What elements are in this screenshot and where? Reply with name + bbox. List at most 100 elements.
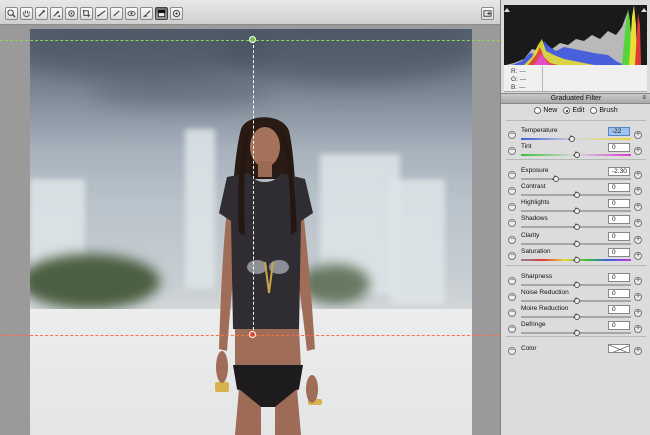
exposure-value-field[interactable]: -2.30	[608, 167, 630, 176]
red-eye-tool[interactable]	[125, 7, 138, 20]
adjustment-panel: R: --- G: --- B: --- Graduated Filter ≡ …	[500, 0, 650, 435]
noise-reduction-plus-button[interactable]: +	[634, 293, 642, 301]
white-balance-tool[interactable]	[35, 7, 48, 20]
divider	[506, 120, 646, 121]
noise-reduction-slider-thumb[interactable]	[573, 297, 580, 304]
contrast-plus-button[interactable]: +	[634, 187, 642, 195]
highlights-slider-thumb[interactable]	[573, 207, 580, 214]
color-control: − Color +	[501, 343, 650, 359]
clarity-value-field[interactable]: 0	[608, 232, 630, 241]
targeted-adjustment-tool[interactable]	[65, 7, 78, 20]
defringe-minus-button[interactable]: −	[508, 325, 516, 333]
mode-new-radio[interactable]: New	[534, 107, 557, 114]
moire-reduction-label: Moire Reduction	[521, 305, 569, 312]
defringe-value-field[interactable]: 0	[608, 321, 630, 330]
fullscreen-button[interactable]	[481, 7, 494, 20]
clarity-slider-thumb[interactable]	[573, 240, 580, 247]
shadows-plus-button[interactable]: +	[634, 219, 642, 227]
spot-removal-tool[interactable]	[110, 7, 123, 20]
divider	[506, 265, 646, 266]
moire-reduction-plus-button[interactable]: +	[634, 309, 642, 317]
exposure-label: Exposure	[521, 167, 549, 174]
tint-minus-button[interactable]: −	[508, 147, 516, 155]
saturation-slider-thumb[interactable]	[573, 256, 580, 263]
straighten-tool[interactable]	[95, 7, 108, 20]
temperature-track[interactable]	[521, 138, 631, 140]
defringe-plus-button[interactable]: +	[634, 325, 642, 333]
color-sampler-tool[interactable]	[50, 7, 63, 20]
tree-foliage	[30, 254, 160, 309]
color-plus-button[interactable]: +	[634, 347, 642, 355]
sharpness-value-field[interactable]: 0	[608, 273, 630, 282]
saturation-minus-button[interactable]: −	[508, 252, 516, 260]
moire-reduction-minus-button[interactable]: −	[508, 309, 516, 317]
shadows-minus-button[interactable]: −	[508, 219, 516, 227]
noise-reduction-minus-button[interactable]: −	[508, 293, 516, 301]
exposure-slider-thumb[interactable]	[552, 175, 560, 182]
highlights-slider-row: − Highlights 0 +	[501, 199, 650, 215]
clarity-minus-button[interactable]: −	[508, 236, 516, 244]
photo-preview[interactable]	[30, 29, 472, 435]
highlights-minus-button[interactable]: −	[508, 203, 516, 211]
exposure-track[interactable]	[521, 178, 631, 180]
temperature-minus-button[interactable]: −	[508, 131, 516, 139]
filter-end-pin[interactable]	[249, 331, 256, 338]
moire-reduction-value-field[interactable]: 0	[608, 305, 630, 314]
cloud	[220, 29, 472, 84]
saturation-value-field[interactable]: 0	[608, 248, 630, 257]
tint-plus-button[interactable]: +	[634, 147, 642, 155]
filter-start-pin[interactable]	[249, 36, 256, 43]
radial-filter-icon	[172, 9, 181, 18]
clarity-plus-button[interactable]: +	[634, 236, 642, 244]
adjustment-brush-icon	[142, 10, 151, 18]
temperature-value-field[interactable]: -22	[608, 127, 630, 136]
hand-tool[interactable]	[20, 7, 33, 20]
color-sampler-icon	[53, 11, 61, 18]
hand-icon	[23, 10, 30, 17]
temperature-plus-button[interactable]: +	[634, 131, 642, 139]
exposure-minus-button[interactable]: −	[508, 171, 516, 179]
contrast-slider-thumb[interactable]	[573, 191, 580, 198]
exposure-slider-row: − Exposure -2.30 +	[501, 167, 650, 183]
highlights-plus-button[interactable]: +	[634, 203, 642, 211]
sharpness-slider-thumb[interactable]	[573, 281, 580, 288]
adjustment-brush-tool[interactable]	[140, 7, 153, 20]
temperature-slider-row: − Temperature -22 +	[501, 127, 650, 143]
tint-slider-thumb[interactable]	[573, 151, 580, 158]
sharpness-label: Sharpness	[521, 273, 553, 280]
zoom-tool[interactable]	[5, 7, 18, 20]
graduated-filter-icon	[157, 9, 166, 18]
moire-reduction-slider-thumb[interactable]	[573, 313, 580, 320]
image-canvas[interactable]	[0, 25, 500, 435]
mode-brush-radio[interactable]: Brush	[590, 107, 618, 114]
color-swatch[interactable]	[608, 344, 630, 353]
defringe-slider-row: − Defringe 0 +	[501, 321, 650, 337]
color-minus-button[interactable]: −	[508, 347, 516, 355]
shadows-value-field[interactable]: 0	[608, 215, 630, 224]
noise-reduction-value-field[interactable]: 0	[608, 289, 630, 298]
saturation-plus-button[interactable]: +	[634, 252, 642, 260]
mode-label: New	[543, 107, 558, 114]
contrast-minus-button[interactable]: −	[508, 187, 516, 195]
crop-tool[interactable]	[80, 7, 93, 20]
filter-center-axis	[253, 40, 254, 335]
sharpness-plus-button[interactable]: +	[634, 277, 642, 285]
mode-edit-radio[interactable]: Edit	[563, 107, 584, 114]
contrast-value-field[interactable]: 0	[608, 183, 630, 192]
shadows-slider-thumb[interactable]	[573, 223, 580, 230]
tint-value-field[interactable]: 0	[608, 143, 630, 152]
clarity-slider-row: − Clarity 0 +	[501, 232, 650, 248]
rgb-readout: R: --- G: --- B: ---	[504, 65, 647, 92]
sharpness-minus-button[interactable]: −	[508, 277, 516, 285]
temperature-slider-thumb[interactable]	[567, 135, 575, 142]
highlights-value-field[interactable]: 0	[608, 199, 630, 208]
saturation-label: Saturation	[521, 248, 551, 255]
color-row: − Color +	[501, 343, 650, 357]
panel-menu-icon[interactable]: ≡	[642, 94, 646, 103]
radial-filter-tool[interactable]	[170, 7, 183, 20]
eyedropper-icon	[38, 10, 45, 17]
graduated-filter-tool[interactable]	[155, 7, 168, 20]
contrast-slider-row: − Contrast 0 +	[501, 183, 650, 199]
defringe-slider-thumb[interactable]	[573, 329, 580, 336]
exposure-plus-button[interactable]: +	[634, 171, 642, 179]
